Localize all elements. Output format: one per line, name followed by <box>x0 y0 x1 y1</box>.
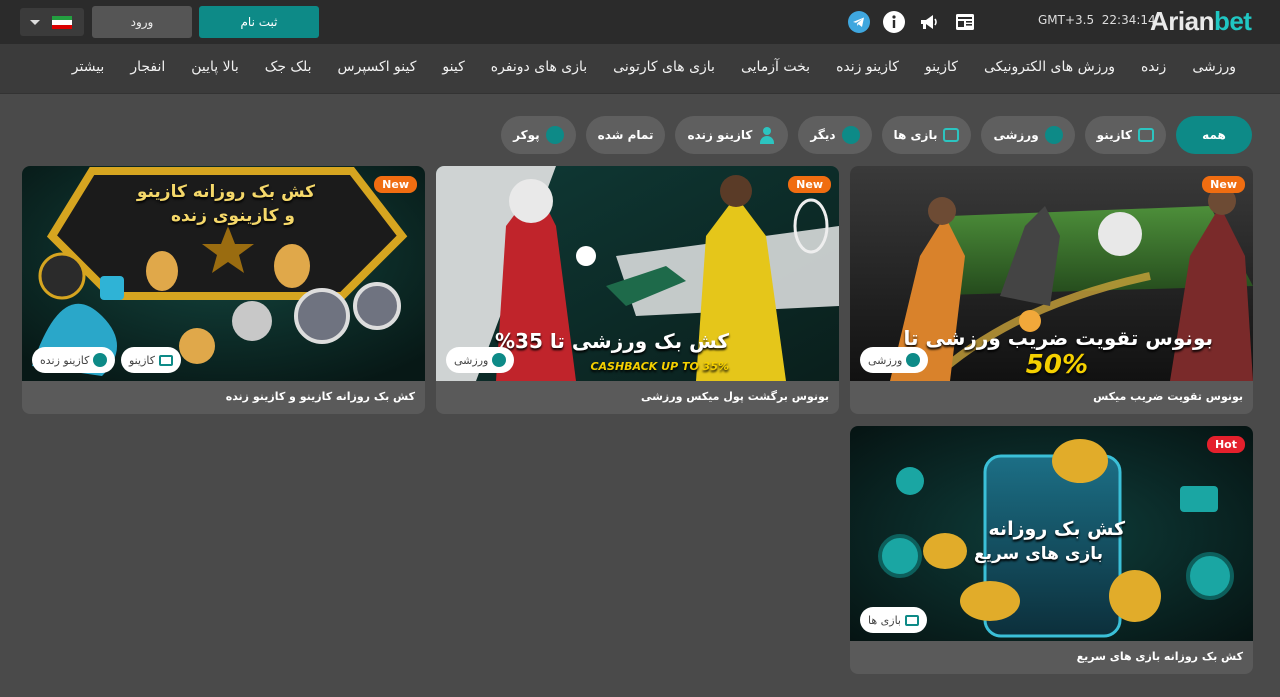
banner-subtitle: CASHBACK UP TO 35% <box>590 360 729 373</box>
card-caption: بونوس برگشت پول میکس ورزشی <box>640 390 829 403</box>
register-button[interactable]: ثبت نام <box>199 6 319 38</box>
nav-item[interactable]: بازی های دونفره <box>491 59 587 75</box>
nav-item[interactable]: بخت آزمایی <box>741 59 810 75</box>
iran-flag-icon <box>52 16 72 29</box>
filter-label: همه <box>1202 128 1226 142</box>
casino-icon <box>158 354 173 366</box>
tag-label: ورزشی <box>868 353 903 367</box>
filter-casino[interactable]: کازینو <box>1084 116 1166 154</box>
promo-banner-image[interactable]: کش بک ورزشی تا 35% CASHBACK UP TO 35% Ne… <box>436 166 839 381</box>
tag-sports: ورزشی <box>860 347 929 373</box>
gamepad-icon <box>904 614 919 626</box>
nav-item[interactable]: کازینو <box>925 59 958 75</box>
dealer-icon <box>758 126 776 144</box>
nav-item[interactable]: ورزشی <box>1192 59 1236 75</box>
soccer-ball-icon <box>492 353 507 367</box>
promo-filters: همه کازینو ورزشی بازی ها دیگر کازینو زند… <box>501 116 1252 154</box>
filter-sports[interactable]: ورزشی <box>981 116 1075 154</box>
nav-item[interactable]: زنده <box>1141 59 1166 75</box>
time: 22:34:14 <box>1101 13 1156 27</box>
banner-title: کش بک روزانه کازینو <box>136 182 315 202</box>
megaphone-icon[interactable] <box>918 11 940 33</box>
filter-label: کازینو <box>1096 128 1132 142</box>
filter-label: پوکر <box>513 128 540 142</box>
tag-games: بازی ها <box>860 607 927 633</box>
tag-sports: ورزشی <box>446 347 515 373</box>
filter-live-casino[interactable]: کازینو زنده <box>675 116 789 154</box>
filter-label: بازی ها <box>893 128 938 142</box>
nav-item[interactable]: انفجار <box>130 59 165 75</box>
promo-banner-image[interactable]: کش بک روزانه کازینو و کازینوی زنده New ک… <box>22 166 425 381</box>
nav-item[interactable]: کینو <box>442 59 464 75</box>
promo-card[interactable]: بونوس تقویت ضریب ورزشی تا 50% New ورزشی … <box>850 166 1253 414</box>
nav-item[interactable]: بلک جک <box>265 59 312 75</box>
info-icon[interactable] <box>883 11 905 33</box>
banner-title: کش بک ورزشی تا 35% <box>494 329 729 353</box>
banner-subtitle: بازی های سریع <box>973 544 1103 564</box>
card-caption: کش بک روزانه کازینو و کازینو زنده <box>225 390 415 403</box>
soccer-ball-icon <box>906 353 921 367</box>
tag-label: بازی ها <box>868 613 901 627</box>
language-select[interactable] <box>20 8 84 36</box>
new-badge: New <box>1202 176 1245 193</box>
nav-item[interactable]: کازینو زنده <box>836 59 899 75</box>
filter-label: کازینو زنده <box>687 128 753 142</box>
poker-chip-icon <box>545 126 564 144</box>
new-badge: New <box>788 176 831 193</box>
nav-item[interactable]: کینو اکسپرس <box>338 59 417 75</box>
filter-poker[interactable]: پوکر <box>501 116 576 154</box>
soccer-ball-icon <box>1044 126 1063 144</box>
telegram-icon[interactable] <box>848 11 870 33</box>
filter-label: ورزشی <box>993 128 1039 142</box>
timezone: GMT+3.5 <box>1038 13 1095 27</box>
chevron-down-icon <box>30 20 40 25</box>
tag-label: کازینو <box>129 353 155 367</box>
banner-title: بونوس تقویت ضریب ورزشی تا <box>903 326 1213 350</box>
promo-card[interactable]: کش بک ورزشی تا 35% CASHBACK UP TO 35% Ne… <box>436 166 839 414</box>
logo[interactable]: Arianbet <box>1150 6 1252 37</box>
tag-label: ورزشی <box>454 353 489 367</box>
login-button[interactable]: ورود <box>92 6 192 38</box>
filter-label: تمام شده <box>597 128 654 142</box>
filter-finished[interactable]: تمام شده <box>585 116 666 154</box>
nav-item[interactable]: بیشتر <box>72 59 105 75</box>
new-badge: New <box>374 176 417 193</box>
filter-games[interactable]: بازی ها <box>881 116 972 154</box>
dealer-icon <box>93 353 108 367</box>
clock: GMT+3.5 22:34:14 <box>1038 13 1156 27</box>
card-caption: کش بک روزانه بازی های سریع <box>1076 650 1243 663</box>
casino-icon <box>1138 128 1154 142</box>
info-icon <box>841 126 860 144</box>
filter-other[interactable]: دیگر <box>798 116 872 154</box>
promo-card[interactable]: کش بک روزانه کازینو و کازینوی زنده New ک… <box>22 166 425 414</box>
nav-item[interactable]: بالا پایین <box>191 59 239 75</box>
banner-title: کش بک روزانه <box>988 518 1125 540</box>
promo-banner-image[interactable]: بونوس تقویت ضریب ورزشی تا 50% New ورزشی <box>850 166 1253 381</box>
banner-subtitle: و کازینوی زنده <box>170 206 295 226</box>
banner-subtitle: 50% <box>1025 350 1088 380</box>
nav-item[interactable]: ورزش های الکترونیکی <box>984 59 1115 75</box>
main-nav: ورزشی زنده ورزش های الکترونیکی کازینو کازینو… <box>0 44 1280 94</box>
filter-label: دیگر <box>810 128 836 142</box>
hot-badge: Hot <box>1206 436 1245 453</box>
promo-banner-image[interactable]: کش بک روزانه بازی های سریع Hot بازی ها <box>850 426 1253 641</box>
logo-text-1: Arian <box>1150 6 1214 36</box>
tag-label: کازینو زنده <box>40 353 90 367</box>
gamepad-icon <box>943 128 960 142</box>
logo-text-2: bet <box>1213 6 1252 36</box>
tag-casino: کازینو <box>121 347 181 373</box>
filter-all[interactable]: همه <box>1176 116 1252 154</box>
promo-card[interactable]: کش بک روزانه بازی های سریع Hot بازی ها ک… <box>850 426 1253 674</box>
news-icon[interactable] <box>954 11 976 33</box>
card-caption: بونوس تقویت ضریب میکس <box>1093 390 1243 403</box>
tag-live-casino: کازینو زنده <box>32 347 116 373</box>
nav-item[interactable]: بازی های کارتونی <box>613 59 715 75</box>
top-header: ورود ثبت نام GMT+3.5 22:34:14 Arianbet <box>0 0 1280 44</box>
